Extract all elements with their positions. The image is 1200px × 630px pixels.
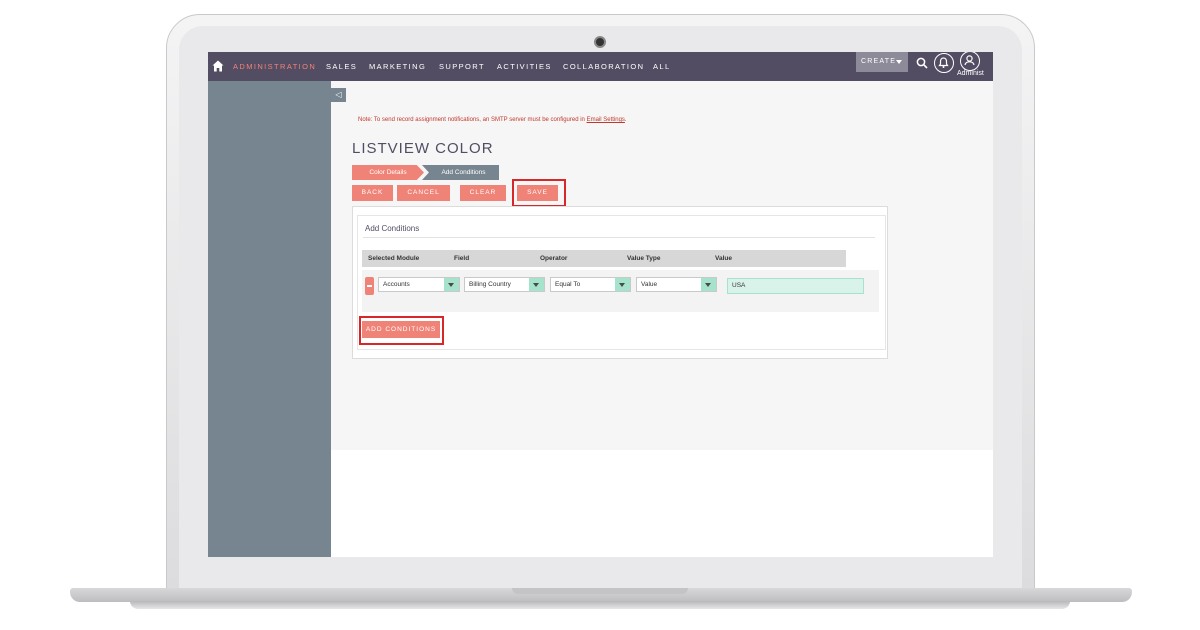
create-button-label: CREATE [861, 58, 897, 65]
conditions-panel-title: Add Conditions [365, 224, 420, 233]
field-select[interactable]: Billing Country [464, 277, 545, 292]
field-select-value: Billing Country [469, 281, 511, 288]
nav-item-marketing[interactable]: MARKETING [369, 62, 426, 71]
column-header-value-type: Value Type [627, 255, 661, 262]
sidebar [208, 81, 331, 557]
smtp-notice-end: . [624, 117, 627, 123]
operator-select-value: Equal To [555, 281, 581, 288]
conditions-table-header [362, 250, 846, 267]
top-navigation: ADMINISTRATION SALES MARKETING SUPPORT A… [208, 52, 993, 81]
smtp-notice-text: Note: To send record assignment notifica… [358, 117, 587, 123]
value-type-select[interactable]: Value [636, 277, 717, 292]
module-select-value: Accounts [383, 281, 410, 288]
column-header-selected-module: Selected Module [368, 255, 420, 262]
back-button[interactable]: BACK [352, 185, 393, 201]
value-type-select-value: Value [641, 281, 658, 288]
operator-select[interactable]: Equal To [550, 277, 631, 292]
create-button[interactable]: CREATE [856, 52, 908, 72]
nav-item-all[interactable]: ALL [653, 62, 671, 71]
step-color-details[interactable]: Color Details [352, 165, 424, 180]
nav-item-administration[interactable]: ADMINISTRATION [233, 62, 316, 71]
content-footer-area [331, 450, 993, 557]
home-icon[interactable] [212, 60, 224, 72]
nav-item-activities[interactable]: ACTIVITIES [497, 62, 552, 71]
laptop-mockup: ADMINISTRATION SALES MARKETING SUPPORT A… [0, 0, 1200, 630]
add-conditions-highlight-box [359, 316, 444, 345]
chevron-down-icon [896, 60, 902, 64]
column-header-operator: Operator [540, 255, 568, 262]
notifications-bell-icon[interactable] [934, 53, 954, 73]
chevron-down-icon [529, 278, 544, 291]
search-icon[interactable] [916, 57, 928, 69]
save-highlight-box [512, 179, 566, 207]
divider [363, 237, 875, 238]
laptop-notch [512, 588, 688, 594]
collapse-sidebar-icon[interactable]: ◁ [331, 88, 346, 102]
app-screen: ADMINISTRATION SALES MARKETING SUPPORT A… [208, 52, 993, 557]
remove-condition-button[interactable] [365, 277, 374, 295]
value-input[interactable]: USA [727, 278, 864, 294]
step-add-conditions[interactable]: Add Conditions [422, 165, 499, 180]
chevron-down-icon [701, 278, 716, 291]
column-header-field: Field [454, 255, 470, 262]
user-avatar-icon[interactable] [960, 52, 980, 71]
column-header-value: Value [715, 255, 732, 262]
smtp-notice: Note: To send record assignment notifica… [358, 117, 627, 123]
page-title: LISTVIEW COLOR [352, 140, 494, 157]
chevron-down-icon [444, 278, 459, 291]
minus-icon [367, 285, 372, 287]
clear-button[interactable]: CLEAR [460, 185, 506, 201]
nav-item-collaboration[interactable]: COLLABORATION [563, 62, 644, 71]
nav-item-sales[interactable]: SALES [326, 62, 357, 71]
chevron-down-icon [615, 278, 630, 291]
cancel-button[interactable]: CANCEL [397, 185, 450, 201]
email-settings-link[interactable]: Email Settings [587, 117, 625, 123]
nav-item-support[interactable]: SUPPORT [439, 62, 485, 71]
user-name-label[interactable]: Administ [957, 70, 984, 77]
laptop-foot [130, 601, 1070, 609]
module-select[interactable]: Accounts [378, 277, 460, 292]
webcam-icon [594, 36, 606, 48]
